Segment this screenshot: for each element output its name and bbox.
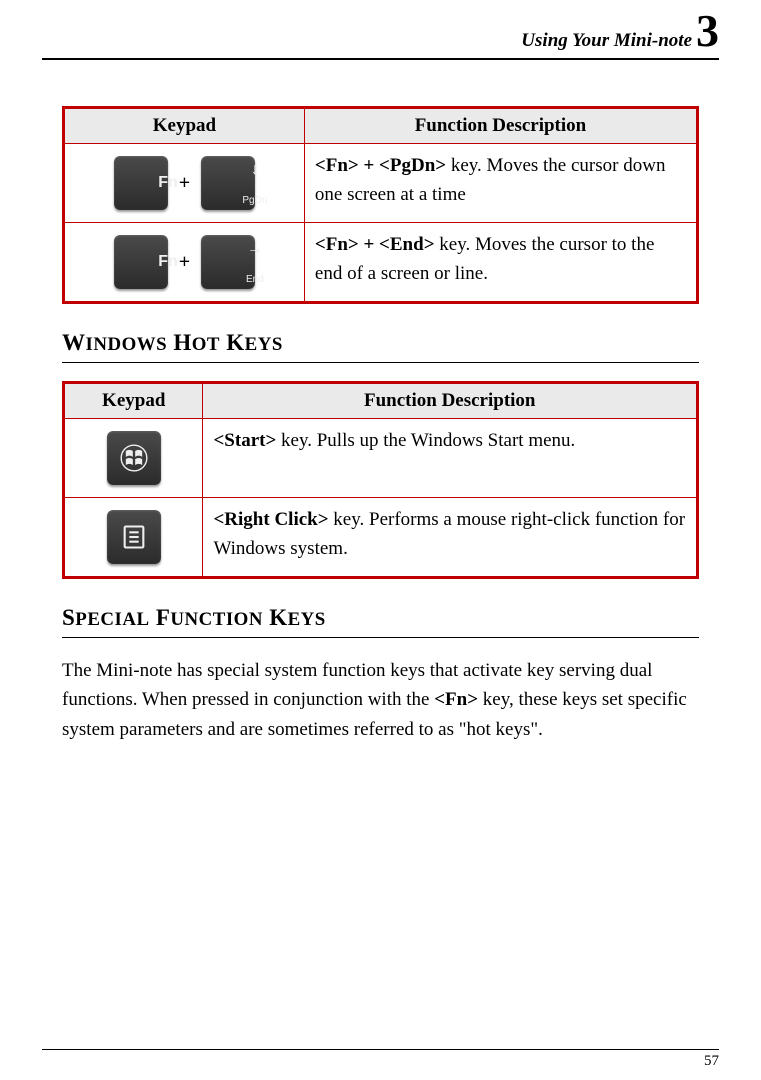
arrow-down-icon: ↓ [228, 162, 282, 178]
page-footer: 57 [42, 1049, 719, 1070]
col-desc: Function Description [203, 383, 698, 419]
section-heading-windows: WINDOWS HOT KEYS [62, 330, 699, 356]
keypad-cell: Fn + → End [64, 223, 305, 303]
arrow-right-icon: → [228, 241, 282, 257]
col-keypad: Keypad [64, 383, 203, 419]
page-header: Using Your Mini-note 3 [42, 0, 719, 60]
key-label: End [228, 274, 282, 285]
keypad-cell: Fn + ↓ PgDn [64, 144, 305, 223]
fn-keys-table: Keypad Function Description Fn + ↓ PgDn … [62, 106, 699, 304]
key-combo-label: <Fn> + <End> [315, 234, 435, 255]
section-heading-special: SPECIAL FUNCTION KEYS [62, 605, 699, 631]
table-row: Fn + → End <Fn> + <End> key. Moves the c… [64, 223, 698, 303]
desc-cell: <Right Click> key. Performs a mouse righ… [203, 498, 698, 578]
desc-cell: <Fn> + <PgDn> key. Moves the cursor down… [304, 144, 697, 223]
key-combo-label: <Right Click> [213, 509, 328, 530]
section-rule [62, 362, 699, 363]
table-row: Fn + ↓ PgDn <Fn> + <PgDn> key. Moves the… [64, 144, 698, 223]
table-row: <Start> key. Pulls up the Windows Start … [64, 419, 698, 498]
col-desc: Function Description [304, 108, 697, 144]
pgdn-key-icon: ↓ PgDn [201, 156, 255, 210]
windows-keys-table: Keypad Function Description [62, 381, 699, 579]
desc-cell: <Fn> + <End> key. Moves the cursor to th… [304, 223, 697, 303]
windows-key-icon [107, 431, 161, 485]
key-combo-label: <Fn> + <PgDn> [315, 155, 446, 176]
key-label: PgDn [228, 195, 282, 206]
key-combo-label: <Start> [213, 430, 276, 451]
fn-key-bold: <Fn> [434, 689, 478, 710]
col-keypad: Keypad [64, 108, 305, 144]
keypad-cell [64, 498, 203, 578]
keypad-cell [64, 419, 203, 498]
table-row: <Right Click> key. Performs a mouse righ… [64, 498, 698, 578]
fn-key-icon: Fn [114, 235, 168, 289]
body-paragraph: The Mini-note has special system functio… [62, 656, 699, 744]
section-rule [62, 637, 699, 638]
page-number: 57 [704, 1053, 719, 1069]
desc-cell: <Start> key. Pulls up the Windows Start … [203, 419, 698, 498]
key-desc-text: key. Pulls up the Windows Start menu. [276, 430, 575, 451]
chapter-title: Using Your Mini-note [521, 30, 692, 52]
key-label: Fn [141, 253, 195, 271]
end-key-icon: → End [201, 235, 255, 289]
chapter-number: 3 [696, 8, 719, 54]
key-label: Fn [141, 174, 195, 192]
fn-key-icon: Fn [114, 156, 168, 210]
context-menu-key-icon [107, 510, 161, 564]
